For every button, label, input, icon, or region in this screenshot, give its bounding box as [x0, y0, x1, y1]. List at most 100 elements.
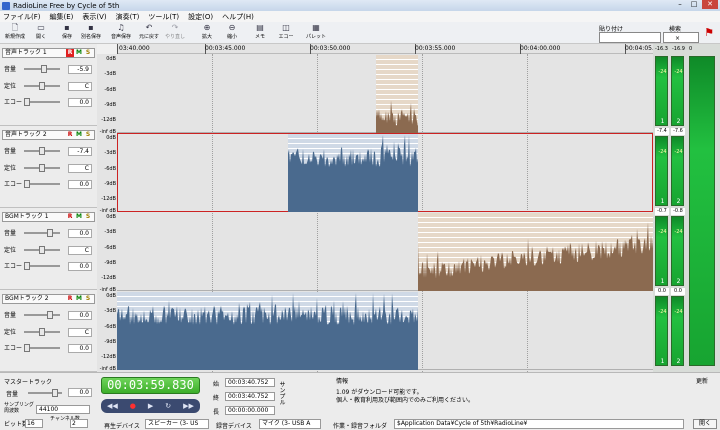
menu-item[interactable]: 表示(V) [82, 12, 106, 22]
bit-select[interactable]: 16 [25, 419, 43, 428]
record-arm-button[interactable]: R [66, 49, 74, 57]
solo-button[interactable]: S [84, 49, 92, 57]
length-field[interactable]: 00:00:00.000 [225, 406, 275, 415]
echo-slider[interactable] [24, 262, 60, 270]
mute-button[interactable]: M [75, 49, 83, 57]
volume-slider[interactable] [24, 147, 60, 155]
toolbar-save-button[interactable]: ▪ 保存 [56, 23, 78, 43]
volume-knob[interactable] [39, 147, 45, 155]
menu-item[interactable]: ヘルプ(H) [222, 12, 254, 22]
volume-slider[interactable] [24, 311, 60, 319]
echo-slider[interactable] [24, 180, 60, 188]
pan-value[interactable]: C [68, 82, 92, 91]
end-time-field[interactable]: 00:03:40.752 [225, 392, 275, 401]
close-button[interactable]: ✕ [702, 0, 718, 9]
master-volume-knob[interactable] [52, 389, 58, 397]
volume-slider[interactable] [24, 65, 60, 73]
toolbar-redo-button[interactable]: ↷ やり直し [164, 23, 186, 43]
echo-slider[interactable] [24, 98, 60, 106]
record-arm-button[interactable]: R [66, 131, 74, 139]
start-time-field[interactable]: 00:03:40.752 [225, 378, 275, 387]
update-label[interactable]: 更新 [696, 376, 708, 385]
echo-value[interactable]: 0.0 [68, 344, 92, 353]
loop-icon[interactable]: ↻ [165, 402, 171, 410]
open-folder-button[interactable]: 開く [693, 419, 717, 429]
volume-knob[interactable] [47, 229, 53, 237]
toolbar-open-folder-button[interactable]: ▭ 開く [30, 23, 52, 43]
mute-button[interactable]: M [75, 295, 83, 303]
solo-button[interactable]: S [84, 131, 92, 139]
pan-value[interactable]: C [68, 164, 92, 173]
record-icon[interactable]: ● [130, 402, 136, 410]
menu-item[interactable]: 編集(E) [50, 12, 74, 22]
master-volume-slider[interactable] [28, 389, 62, 397]
solo-button[interactable]: S [84, 295, 92, 303]
audio-clip[interactable] [376, 55, 418, 133]
pan-knob[interactable] [39, 164, 45, 172]
paste-field[interactable] [599, 32, 661, 43]
pan-knob[interactable] [39, 246, 45, 254]
volume-slider[interactable] [24, 229, 60, 237]
time-ruler[interactable]: 03:40.000 00:03:45.000 00:03:50.000 00:03:5… [117, 44, 665, 54]
audio-clip[interactable] [117, 292, 418, 370]
timeline-area[interactable] [117, 54, 653, 372]
menu-item[interactable]: 設定(O) [188, 12, 213, 22]
volume-value[interactable]: 0.0 [68, 311, 92, 320]
toolbar-save-as-button[interactable]: ▪ 別名保存 [80, 23, 102, 43]
pan-slider[interactable] [24, 328, 60, 336]
toolbar-zoom-in-button[interactable]: ⊕ 拡大 [196, 23, 218, 43]
echo-slider[interactable] [24, 344, 60, 352]
volume-knob[interactable] [41, 65, 47, 73]
record-arm-button[interactable]: R [66, 295, 74, 303]
pan-knob[interactable] [39, 82, 45, 90]
pan-slider[interactable] [24, 82, 60, 90]
play-device-select[interactable]: スピーカー (3- US [145, 419, 209, 429]
echo-value[interactable]: 0.0 [68, 180, 92, 189]
toolbar-undo-button[interactable]: ↶ 元に戻す [138, 23, 160, 43]
minimize-button[interactable]: – [674, 0, 686, 9]
maximize-button[interactable]: □ [688, 0, 700, 9]
search-clear-icon[interactable]: × [675, 35, 680, 42]
menu-item[interactable]: ファイル(F) [3, 12, 41, 22]
search-field[interactable] [663, 32, 699, 43]
echo-knob[interactable] [24, 262, 30, 270]
help-icon[interactable]: ⚑ [700, 24, 718, 42]
pan-slider[interactable] [24, 164, 60, 172]
title-bar: RadioLine Free by Cycle of 5th – □ ✕ [0, 0, 720, 11]
volume-value[interactable]: -7.4 [68, 147, 92, 156]
menu-item[interactable]: ツール(T) [148, 12, 179, 22]
volume-value[interactable]: -5.9 [68, 65, 92, 74]
echo-knob[interactable] [24, 180, 30, 188]
audio-clip[interactable] [288, 134, 418, 212]
volume-value[interactable]: 0.0 [68, 229, 92, 238]
rec-device-select[interactable]: マイク (3- USB A [259, 419, 321, 429]
pan-value[interactable]: C [68, 328, 92, 337]
audio-clip[interactable] [418, 213, 653, 291]
solo-button[interactable]: S [84, 213, 92, 221]
master-volume-value[interactable]: 0.0 [68, 388, 92, 397]
rewind-icon[interactable]: ◀◀ [107, 402, 118, 410]
record-arm-button[interactable]: R [66, 213, 74, 221]
echo-value[interactable]: 0.0 [68, 262, 92, 271]
forward-icon[interactable]: ▶▶ [183, 402, 194, 410]
toolbar-audio-save-button[interactable]: ♫ 音声保存 [110, 23, 132, 43]
menu-item[interactable]: 演奏(T) [116, 12, 140, 22]
mute-button[interactable]: M [75, 213, 83, 221]
toolbar-new-file-button[interactable]: 🗋 新規作成 [4, 23, 26, 43]
sampling-select[interactable]: 44100 [36, 405, 90, 414]
pan-knob[interactable] [39, 328, 45, 336]
toolbar-memo-button[interactable]: ▤ メモ [249, 23, 271, 43]
play-icon[interactable]: ▶ [148, 402, 153, 410]
mute-button[interactable]: M [75, 131, 83, 139]
pan-slider[interactable] [24, 246, 60, 254]
toolbar-echo-button[interactable]: ◫ エコー [275, 23, 297, 43]
volume-knob[interactable] [47, 311, 53, 319]
echo-knob[interactable] [24, 98, 30, 106]
toolbar-zoom-out-button[interactable]: ⊖ 縮小 [221, 23, 243, 43]
echo-value[interactable]: 0.0 [68, 98, 92, 107]
echo-knob[interactable] [24, 344, 30, 352]
pan-value[interactable]: C [68, 246, 92, 255]
channel-select[interactable]: 2 [70, 419, 88, 428]
toolbar-palette-button[interactable]: ▦ パレット [301, 23, 331, 43]
folder-field[interactable]: $Application Data¥Cycle of 5th¥RadioLine… [394, 419, 684, 429]
